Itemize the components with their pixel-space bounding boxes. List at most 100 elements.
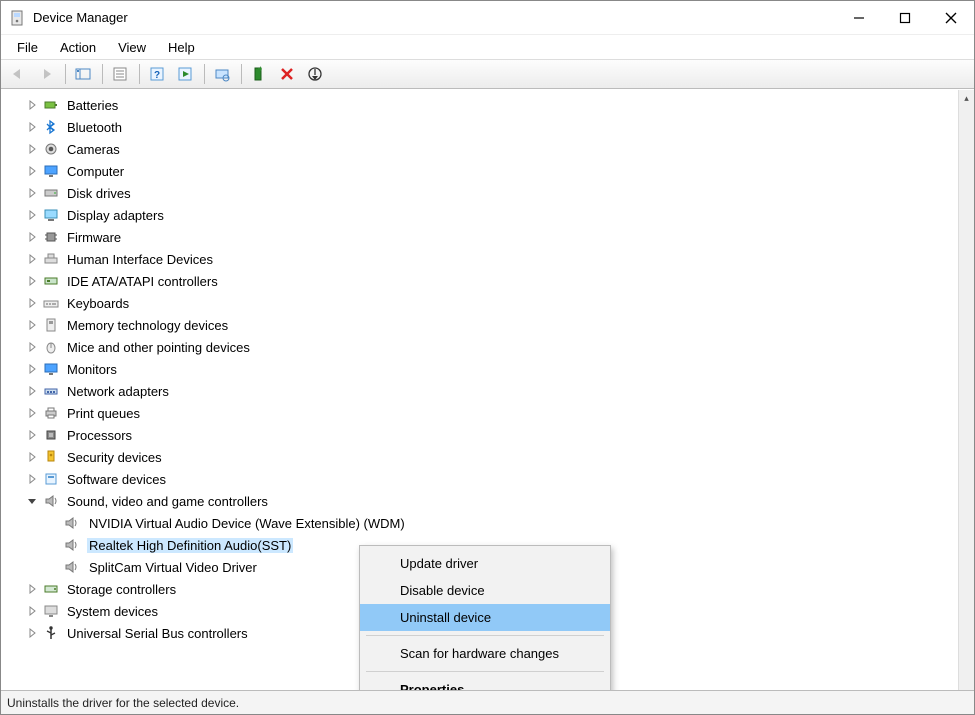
toolbar-separator <box>204 64 205 84</box>
scroll-up-arrow[interactable]: ▴ <box>959 90 974 106</box>
expand-icon[interactable] <box>25 340 39 354</box>
tree-item[interactable]: Print queues <box>1 402 958 424</box>
tree-item-label: Software devices <box>65 472 168 487</box>
menu-view[interactable]: View <box>108 38 156 57</box>
storage-icon <box>43 581 59 597</box>
collapse-icon[interactable] <box>25 494 39 508</box>
tree-item-label: Firmware <box>65 230 123 245</box>
expand-icon[interactable] <box>25 164 39 178</box>
maximize-button[interactable] <box>882 2 928 34</box>
menu-file[interactable]: File <box>7 38 48 57</box>
cpu-icon <box>43 427 59 443</box>
tree-item[interactable]: Memory technology devices <box>1 314 958 336</box>
usb-icon <box>43 625 59 641</box>
tree-item-label: Print queues <box>65 406 142 421</box>
close-button[interactable] <box>928 2 974 34</box>
menu-action[interactable]: Action <box>50 38 106 57</box>
tree-item-label: Network adapters <box>65 384 171 399</box>
tree-item-label: Security devices <box>65 450 164 465</box>
expand-icon[interactable] <box>25 296 39 310</box>
tree-item[interactable]: Processors <box>1 424 958 446</box>
ctx-uninstall-device[interactable]: Uninstall device <box>360 604 610 631</box>
app-icon <box>9 10 25 26</box>
tree-item[interactable]: Sound, video and game controllers <box>1 490 958 512</box>
tree-item-label: Disk drives <box>65 186 133 201</box>
tree-item[interactable]: Mice and other pointing devices <box>1 336 958 358</box>
window-title: Device Manager <box>33 10 836 25</box>
tree-item-label: Keyboards <box>65 296 131 311</box>
expand-icon[interactable] <box>25 472 39 486</box>
ctx-disable-device[interactable]: Disable device <box>360 577 610 604</box>
tree-item[interactable]: Monitors <box>1 358 958 380</box>
bluetooth-icon <box>43 119 59 135</box>
ctx-properties[interactable]: Properties <box>360 676 610 690</box>
tree-item[interactable]: Batteries <box>1 94 958 116</box>
keyboard-icon <box>43 295 59 311</box>
menu-help[interactable]: Help <box>158 38 205 57</box>
forward-button[interactable] <box>33 62 59 86</box>
network-icon <box>43 383 59 399</box>
tree-child-item[interactable]: NVIDIA Virtual Audio Device (Wave Extens… <box>1 512 958 534</box>
update-driver-button[interactable] <box>246 62 272 86</box>
expand-icon[interactable] <box>25 582 39 596</box>
expand-icon[interactable] <box>25 362 39 376</box>
expand-icon[interactable] <box>25 230 39 244</box>
tree-item[interactable]: Display adapters <box>1 204 958 226</box>
tree-item[interactable]: Cameras <box>1 138 958 160</box>
uninstall-button[interactable] <box>274 62 300 86</box>
ctx-separator <box>366 635 604 636</box>
ctx-update-driver[interactable]: Update driver <box>360 550 610 577</box>
tree-item[interactable]: Software devices <box>1 468 958 490</box>
speaker-icon <box>63 559 79 575</box>
disable-button[interactable] <box>302 62 328 86</box>
tree-item-label: Memory technology devices <box>65 318 230 333</box>
expand-icon[interactable] <box>25 318 39 332</box>
expand-icon[interactable] <box>25 274 39 288</box>
properties-button[interactable] <box>107 62 133 86</box>
tree-item[interactable]: Human Interface Devices <box>1 248 958 270</box>
tree-item-label: Processors <box>65 428 134 443</box>
scan-hardware-button[interactable] <box>209 62 235 86</box>
tree-item[interactable]: Keyboards <box>1 292 958 314</box>
tree-item[interactable]: Disk drives <box>1 182 958 204</box>
monitor-icon <box>43 361 59 377</box>
ctx-scan-hardware[interactable]: Scan for hardware changes <box>360 640 610 667</box>
tree-item[interactable]: IDE ATA/ATAPI controllers <box>1 270 958 292</box>
expand-icon[interactable] <box>25 142 39 156</box>
svg-text:?: ? <box>154 70 160 81</box>
expand-icon[interactable] <box>25 98 39 112</box>
expand-icon[interactable] <box>25 406 39 420</box>
menubar: File Action View Help <box>1 35 974 59</box>
system-icon <box>43 603 59 619</box>
show-hide-tree-button[interactable] <box>70 62 96 86</box>
minimize-button[interactable] <box>836 2 882 34</box>
tree-item-label: Realtek High Definition Audio(SST) <box>87 538 293 553</box>
tree-item-label: Display adapters <box>65 208 166 223</box>
tree-item-label: SplitCam Virtual Video Driver <box>87 560 259 575</box>
expand-icon[interactable] <box>25 604 39 618</box>
action-button[interactable] <box>172 62 198 86</box>
tree-item-label: Universal Serial Bus controllers <box>65 626 250 641</box>
expand-icon[interactable] <box>25 384 39 398</box>
tree-item-label: Human Interface Devices <box>65 252 215 267</box>
tree-item[interactable]: Network adapters <box>1 380 958 402</box>
tree-item[interactable]: Computer <box>1 160 958 182</box>
content-area: BatteriesBluetoothCamerasComputer Disk dr… <box>1 89 974 690</box>
tree-item-label: Sound, video and game controllers <box>65 494 270 509</box>
tree-item[interactable]: Security devices <box>1 446 958 468</box>
expand-icon[interactable] <box>25 186 39 200</box>
expand-icon[interactable] <box>25 120 39 134</box>
speaker-icon <box>43 493 59 509</box>
tree-item[interactable]: Firmware <box>1 226 958 248</box>
expand-icon[interactable] <box>25 252 39 266</box>
tree-item[interactable]: Bluetooth <box>1 116 958 138</box>
expand-icon[interactable] <box>25 626 39 640</box>
help-button[interactable]: ? <box>144 62 170 86</box>
vertical-scrollbar[interactable]: ▴ <box>958 90 974 690</box>
toolbar-separator <box>102 64 103 84</box>
expand-icon[interactable] <box>25 208 39 222</box>
disk-icon <box>43 185 59 201</box>
expand-icon[interactable] <box>25 450 39 464</box>
expand-icon[interactable] <box>25 428 39 442</box>
back-button[interactable] <box>5 62 31 86</box>
